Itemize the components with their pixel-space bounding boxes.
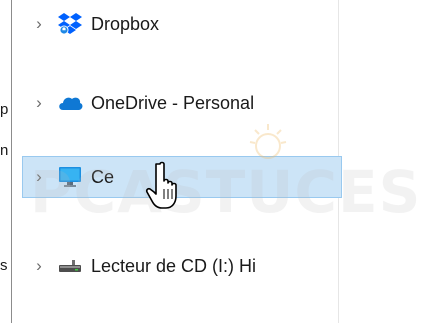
this-pc-monitor-icon — [53, 162, 87, 192]
expand-chevron-icon[interactable]: › — [25, 256, 53, 276]
clipped-text-fragment: n — [0, 142, 9, 159]
hand-pointer-cursor-icon — [145, 161, 177, 209]
nav-item-label: Lecteur de CD (I:) Hi — [91, 255, 257, 276]
expand-chevron-icon[interactable]: › — [25, 167, 53, 187]
expand-chevron-icon[interactable]: › — [25, 14, 53, 34]
nav-item-dropbox[interactable]: › Dropbox — [22, 3, 342, 45]
clipped-text-fragment: s — [0, 257, 8, 274]
nav-item-label: Dropbox — [91, 13, 160, 34]
nav-item-cd-drive[interactable]: › Lecteur de CD (I:) Hi — [22, 245, 342, 287]
nav-item-label: OneDrive - Personal — [91, 92, 255, 113]
dropbox-icon — [53, 9, 87, 39]
clipped-text-fragment: p — [0, 101, 9, 118]
nav-item-label: Ce — [91, 166, 115, 187]
nav-item-onedrive[interactable]: › OneDrive - Personal — [22, 82, 342, 124]
cd-drive-icon — [53, 251, 87, 281]
onedrive-cloud-icon — [53, 88, 87, 118]
explorer-window: p n s › Dropbox › OneDrive - Personal › … — [0, 0, 440, 323]
expand-chevron-icon[interactable]: › — [25, 93, 53, 113]
